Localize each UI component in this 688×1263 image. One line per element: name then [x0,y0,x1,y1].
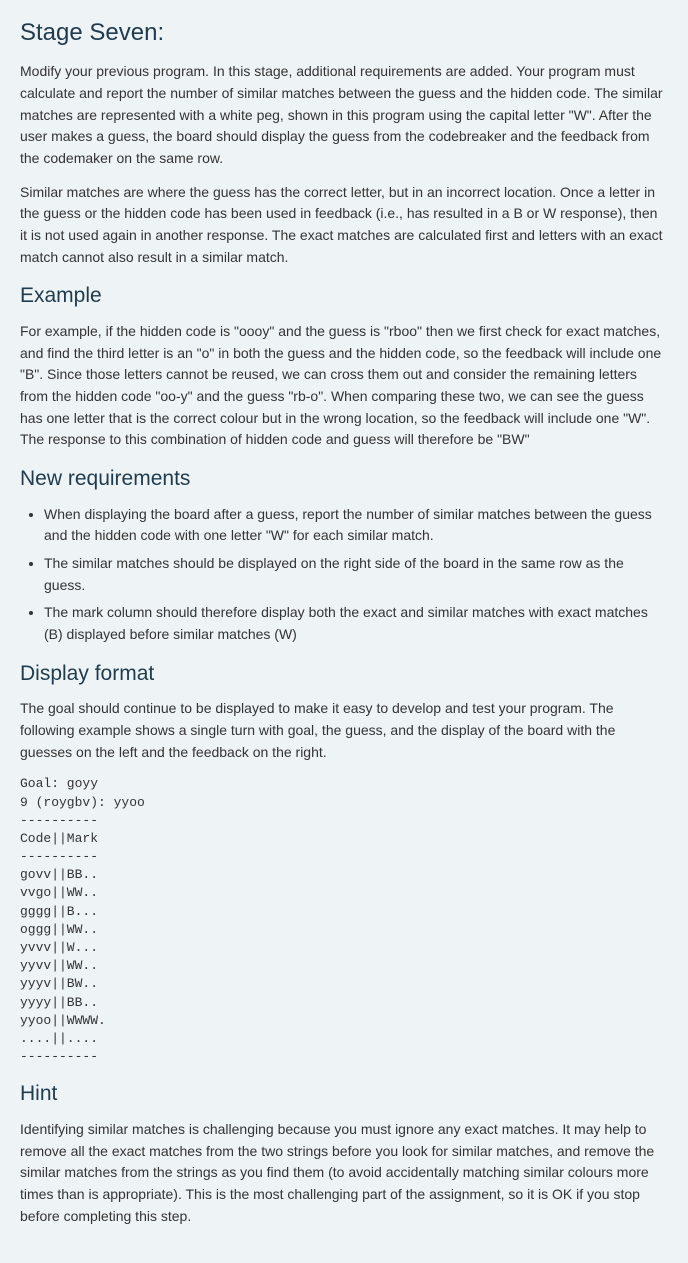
requirements-list: When displaying the board after a guess,… [20,504,668,646]
page-title: Stage Seven: [20,14,668,51]
example-heading: Example [20,280,668,313]
example-paragraph: For example, if the hidden code is "oooy… [20,321,668,451]
intro-paragraph-1: Modify your previous program. In this st… [20,61,668,169]
display-format-paragraph: The goal should continue to be displayed… [20,698,668,763]
new-requirements-heading: New requirements [20,463,668,496]
list-item: When displaying the board after a guess,… [44,504,668,547]
code-block: Goal: goyy 9 (roygbv): yyoo ---------- C… [20,775,668,1066]
hint-paragraph: Identifying similar matches is challengi… [20,1119,668,1227]
list-item: The mark column should therefore display… [44,602,668,645]
intro-paragraph-2: Similar matches are where the guess has … [20,182,668,269]
hint-heading: Hint [20,1078,668,1111]
list-item: The similar matches should be displayed … [44,553,668,596]
display-format-heading: Display format [20,658,668,691]
